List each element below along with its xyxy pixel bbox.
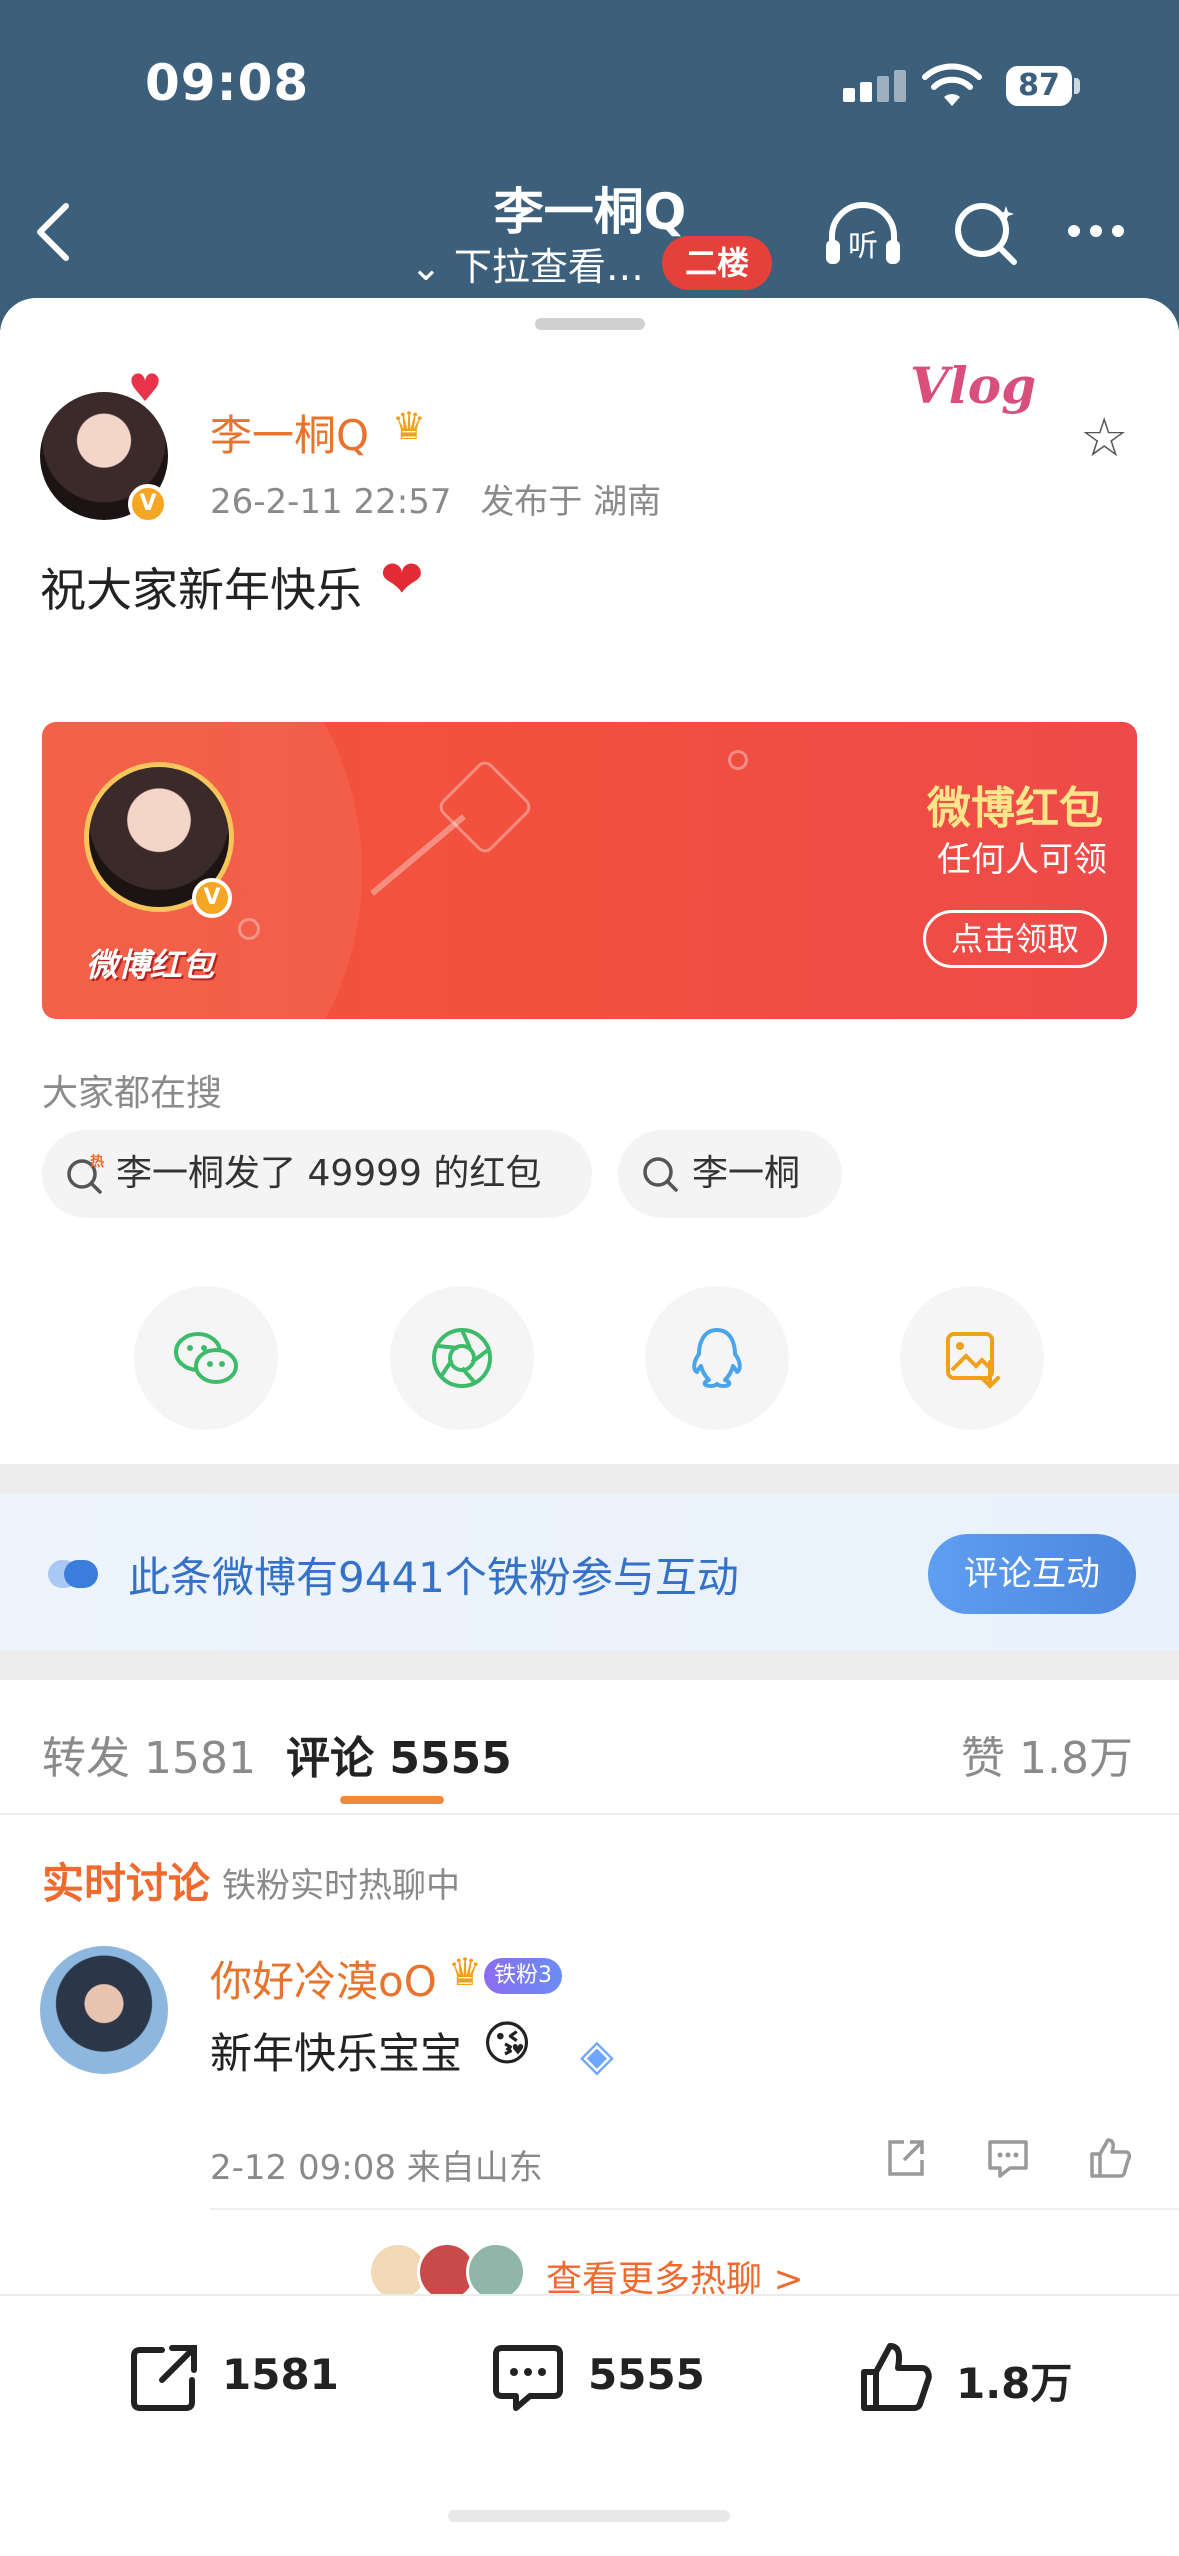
tab-divider <box>0 1813 1179 1815</box>
search-chip-1[interactable]: 热 李一桐发了 49999 的红包 <box>42 1130 592 1218</box>
red-heart-emoji-icon: ❤ <box>380 550 424 610</box>
packet-title: 微博红包 <box>927 783 1103 834</box>
author-name[interactable]: 李一桐Q <box>210 402 369 463</box>
fan-level-badge: 铁粉3 <box>484 1958 562 1994</box>
back-arrow-icon[interactable] <box>30 200 78 264</box>
comment-interact-button[interactable]: 评论互动 <box>928 1534 1136 1614</box>
fans-banner-text: 此条微博有9441个铁粉参与互动 <box>128 1553 739 1602</box>
wechat-icon <box>174 1332 238 1384</box>
comment-icon[interactable] <box>490 2340 566 2416</box>
commenter-avatar[interactable] <box>40 1946 168 2074</box>
post-text: 祝大家新年快乐 <box>40 563 362 617</box>
like-count[interactable]: 1.8万 <box>956 2350 1072 2411</box>
reply-comment-icon[interactable] <box>984 2134 1032 2182</box>
comment-divider <box>210 2208 1179 2210</box>
vlog-sticker: Vlog <box>910 356 1037 415</box>
packet-decoration <box>728 750 748 770</box>
post-card <box>0 298 1179 2556</box>
share-wechat-button[interactable] <box>134 1286 278 1430</box>
hot-search-label: 大家都在搜 <box>42 1073 223 1114</box>
moments-aperture-icon <box>432 1328 492 1388</box>
packet-decoration <box>370 814 466 896</box>
like-comment-icon[interactable] <box>1086 2134 1134 2182</box>
section-divider <box>0 1464 1179 1494</box>
live-discussion-title: 实时讨论 <box>42 1859 211 1908</box>
search-icon <box>643 1157 678 1192</box>
crown-icon: ♛ <box>392 404 427 448</box>
mini-avatar <box>466 2242 527 2302</box>
packet-verified-icon: V <box>192 878 232 918</box>
fans-play-icon <box>48 1560 98 1588</box>
like-icon[interactable] <box>858 2340 934 2416</box>
section-divider <box>0 1650 1179 1680</box>
headphone-listen-icon[interactable]: 听 <box>822 196 904 270</box>
second-floor-badge[interactable]: 二楼 <box>662 236 772 290</box>
comment-text: 新年快乐宝宝 <box>210 2029 463 2078</box>
share-qq-button[interactable] <box>645 1286 789 1430</box>
more-options-icon[interactable] <box>1068 222 1134 241</box>
wifi-icon <box>922 63 982 106</box>
search-chip-2[interactable]: 李一桐 <box>618 1130 842 1218</box>
listen-text: 听 <box>848 229 878 264</box>
tab-reposts[interactable]: 转发 1581 <box>42 1722 256 1786</box>
comment-count[interactable]: 5555 <box>588 2350 705 2399</box>
qq-penguin-icon <box>692 1328 742 1388</box>
post-meta: 26-2-11 22:57 发布于 湖南 <box>210 474 661 523</box>
tab-comments[interactable]: 评论 5555 <box>286 1722 512 1786</box>
hot-search-icon: 热 <box>67 1154 104 1194</box>
live-discussion-subtitle: 铁粉实时热聊中 <box>222 1866 460 1906</box>
red-packet-card[interactable]: V 微博红包 微博红包 任何人可领 点击领取 <box>42 722 1137 1019</box>
commenter-crown-icon: ♛ <box>448 1950 483 1994</box>
search-chip-text: 李一桐 <box>692 1153 801 1194</box>
save-image-button[interactable] <box>900 1286 1044 1430</box>
post-location: 发布于 湖南 <box>480 482 662 522</box>
comment-meta: 2-12 09:08 来自山东 <box>210 2148 543 2188</box>
hot-mark: 热 <box>90 1154 104 1170</box>
cellular-signal-icon <box>843 70 911 102</box>
save-image-icon <box>946 1332 1000 1389</box>
repost-count[interactable]: 1581 <box>222 2350 339 2399</box>
search-icon[interactable] <box>950 196 1022 268</box>
heart-decoration-icon: ♥ <box>128 366 163 410</box>
claim-button[interactable]: 点击领取 <box>923 910 1107 968</box>
kiss-emoji-icon: 😘 <box>482 2016 533 2072</box>
packet-logo: 微博红包 <box>86 946 215 984</box>
post-date: 26-2-11 22:57 <box>210 482 452 522</box>
verified-badge-icon: V <box>128 484 168 524</box>
status-time: 09:08 <box>145 54 310 112</box>
commenter-name[interactable]: 你好冷漠oO <box>210 1948 437 2009</box>
tab-likes[interactable]: 赞 1.8万 <box>961 1722 1133 1786</box>
home-indicator <box>448 2510 730 2522</box>
search-chip-text: 李一桐发了 49999 的红包 <box>116 1153 542 1194</box>
packet-subtitle: 任何人可领 <box>937 840 1107 880</box>
share-comment-icon[interactable] <box>882 2134 930 2182</box>
packet-decoration <box>435 757 535 857</box>
favorite-star-icon[interactable]: ☆ <box>1080 406 1128 469</box>
pull-down-hint[interactable]: ⌄ 下拉查看… <box>410 236 644 291</box>
packet-decoration <box>238 918 260 940</box>
share-moments-button[interactable] <box>390 1286 534 1430</box>
battery-indicator: 87 <box>1006 66 1072 106</box>
diamond-bubble-icon: ◈ <box>580 2030 614 2081</box>
drag-handle[interactable] <box>535 318 645 330</box>
active-tab-indicator <box>340 1796 444 1804</box>
nav-title: 李一桐Q <box>493 183 687 241</box>
battery-tip <box>1074 78 1080 94</box>
repost-icon[interactable] <box>126 2340 202 2416</box>
